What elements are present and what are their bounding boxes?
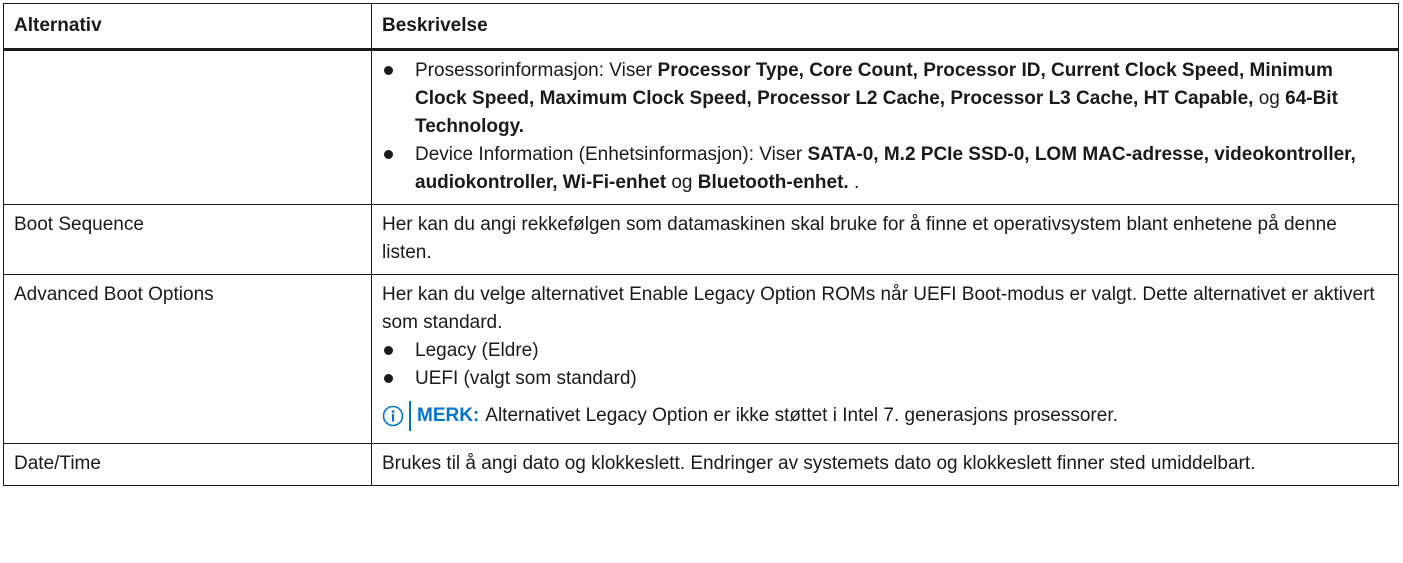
sysinfo-bullet-list: Prosessorinformasjon: Viser Processor Ty… bbox=[382, 57, 1389, 197]
table-row: Prosessorinformasjon: Viser Processor Ty… bbox=[3, 49, 1399, 205]
bullet-dot-icon bbox=[384, 346, 393, 355]
item-text: og bbox=[666, 172, 698, 193]
description-cell: Her kan du angi rekkefølgen som datamask… bbox=[371, 204, 1399, 275]
table-row: Date/Time Brukes til å angi dato og klok… bbox=[3, 443, 1399, 486]
list-item: Legacy (Eldre) bbox=[382, 337, 1389, 365]
option-cell-empty bbox=[3, 49, 372, 205]
info-circle-icon bbox=[382, 405, 404, 427]
option-cell: Date/Time bbox=[3, 443, 372, 486]
description-text: Her kan du angi rekkefølgen som datamask… bbox=[382, 214, 1337, 263]
table-row: Boot Sequence Her kan du angi rekkefølge… bbox=[3, 204, 1399, 275]
option-cell: Boot Sequence bbox=[3, 204, 372, 275]
description-cell: Brukes til å angi dato og klokkeslett. E… bbox=[371, 443, 1399, 486]
note-divider bbox=[409, 401, 411, 431]
item-text: Legacy (Eldre) bbox=[415, 340, 539, 361]
note-text: Alternativet Legacy Option er ikke støtt… bbox=[485, 405, 1118, 426]
item-text: Prosessorinformasjon: Viser bbox=[415, 60, 658, 81]
boot-mode-bullet-list: Legacy (Eldre) UEFI (valgt som standard) bbox=[382, 337, 1389, 393]
description-text: Her kan du velge alternativet Enable Leg… bbox=[382, 284, 1375, 333]
table-row: Advanced Boot Options Her kan du velge a… bbox=[3, 274, 1399, 444]
description-text: Brukes til å angi dato og klokkeslett. E… bbox=[382, 453, 1256, 474]
list-item-processor-info: Prosessorinformasjon: Viser Processor Ty… bbox=[382, 57, 1389, 141]
table-header-row: Alternativ Beskrivelse bbox=[3, 3, 1399, 51]
bios-options-table: Alternativ Beskrivelse Prosessorinformas… bbox=[3, 3, 1399, 486]
item-text: . bbox=[848, 172, 860, 193]
item-text: UEFI (valgt som standard) bbox=[415, 368, 637, 389]
option-cell: Advanced Boot Options bbox=[3, 274, 372, 444]
item-text: og bbox=[1253, 88, 1286, 109]
description-cell: Prosessorinformasjon: Viser Processor Ty… bbox=[371, 49, 1399, 205]
item-bold-text: Bluetooth-enhet. bbox=[697, 172, 849, 193]
note-callout: MERK: Alternativet Legacy Option er ikke… bbox=[382, 401, 1389, 431]
list-item: UEFI (valgt som standard) bbox=[382, 365, 1389, 393]
header-alternativ: Alternativ bbox=[3, 3, 372, 51]
bullet-dot-icon bbox=[384, 66, 393, 75]
header-beskrivelse: Beskrivelse bbox=[371, 3, 1399, 51]
bullet-dot-icon bbox=[384, 374, 393, 383]
description-cell: Her kan du velge alternativet Enable Leg… bbox=[371, 274, 1399, 444]
note-label: MERK: bbox=[417, 405, 480, 426]
item-text: Device Information (Enhetsinformasjon): … bbox=[415, 144, 808, 165]
list-item-device-info: Device Information (Enhetsinformasjon): … bbox=[382, 141, 1389, 197]
bullet-dot-icon bbox=[384, 150, 393, 159]
